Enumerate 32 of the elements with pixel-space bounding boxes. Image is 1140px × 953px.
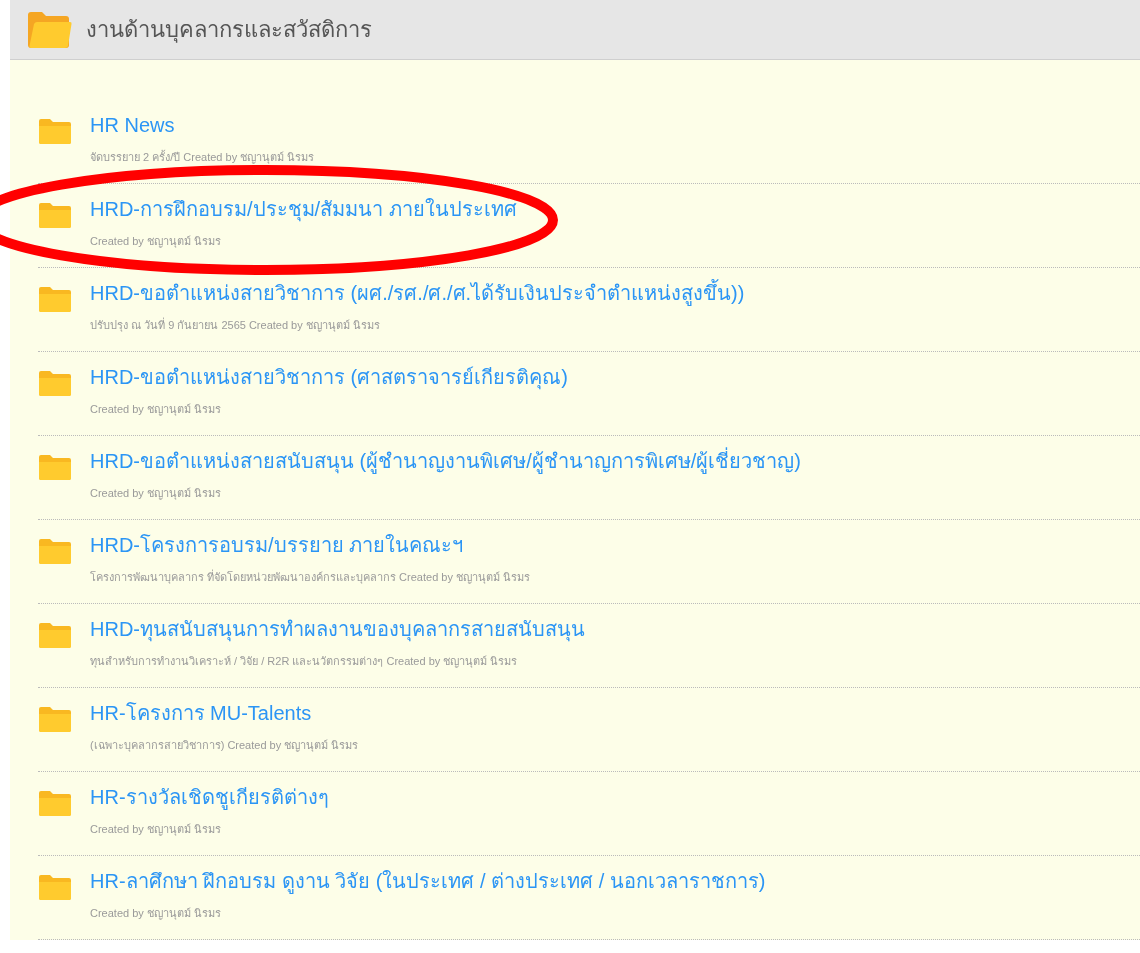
folder-link[interactable]: HR News [90, 112, 315, 138]
folder-description: Created by ชญานุตม์ นิรมร [90, 906, 222, 922]
folder-icon[interactable] [38, 538, 72, 564]
folder-description: โครงการพัฒนาบุคลากร ที่จัดโดยหน่วยพัฒนาองค์กรและบุคลากร Created by ชญานุตม์ นิรมร [90, 568, 531, 586]
folder-icon[interactable] [38, 286, 72, 312]
folder-description: Created by ชญานุตม์ นิรมร [90, 234, 222, 250]
folder-icon[interactable] [38, 706, 72, 732]
folder-link[interactable]: HR-โครงการ MU-Talents [90, 700, 359, 726]
folder-description: (เฉพาะบุคลากรสายวิชาการ) Created by ชญานุตม์ นิรมร [90, 738, 359, 754]
folder-icon[interactable] [38, 202, 72, 228]
folder-link[interactable]: HRD-การฝึกอบรม/ประชุม/สัมมนา ภายในประเทศ [90, 196, 517, 222]
folder-description: จัดบรรยาย 2 ครั้ง/ปี Created by ชญานุตม์ นิรมร [90, 149, 315, 166]
folder-link[interactable]: HRD-ขอตำแหน่งสายสนับสนุน (ผู้ชำนาญงานพิเศษ/ผู้ชำนาญการพิเศษ/ผู้เชี่ยวชาญ) [90, 448, 801, 474]
folder-link[interactable]: HR-รางวัลเชิดชูเกียรติต่างๆ [90, 784, 329, 810]
folder-icon[interactable] [38, 622, 72, 648]
folder-icon[interactable] [38, 790, 72, 816]
folder-description: Created by ชญานุตม์ นิรมร [90, 486, 222, 502]
folder-icon [26, 10, 72, 49]
folder-icon[interactable] [38, 370, 72, 396]
folder-description: ทุนสำหรับการทำงานวิเคราะห์ / วิจัย / R2R และนวัตกรรมต่างๆ Created by ชญานุตม์ นิรมร [90, 654, 519, 670]
folder-description: Created by ชญานุตม์ นิรมร [90, 822, 222, 838]
folder-link[interactable]: HR-ลาศึกษา ฝึกอบรม ดูงาน วิจัย (ในประเทศ / ต่างประเทศ / นอกเวลาราชการ) [90, 868, 766, 894]
folder-description: ปรับปรุง ณ วันที่ 9 กันยายน 2565 Created by ชญานุตม์ นิรมร [90, 316, 381, 334]
folder-link[interactable]: HRD-ทุนสนับสนุนการทำผลงานของบุคลากรสายสนับสนุน [90, 616, 585, 642]
folder-link[interactable]: HRD-ขอตำแหน่งสายวิชาการ (ผศ./รศ./ศ./ศ.ได้รับเงินประจำตำแหน่งสูงขึ้น)) [90, 280, 745, 306]
folder-link[interactable]: HRD-ขอตำแหน่งสายวิชาการ (ศาสตราจารย์เกียรติคุณ) [90, 364, 568, 390]
page-title: งานด้านบุคลากรและสวัสดิการ [86, 16, 372, 45]
folder-icon[interactable] [38, 454, 72, 480]
folder-description: Created by ชญานุตม์ นิรมร [90, 402, 222, 418]
folder-icon[interactable] [38, 874, 72, 900]
folder-icon[interactable] [38, 118, 72, 144]
folder-link[interactable]: HRD-โครงการอบรม/บรรยาย ภายในคณะฯ [90, 532, 531, 558]
